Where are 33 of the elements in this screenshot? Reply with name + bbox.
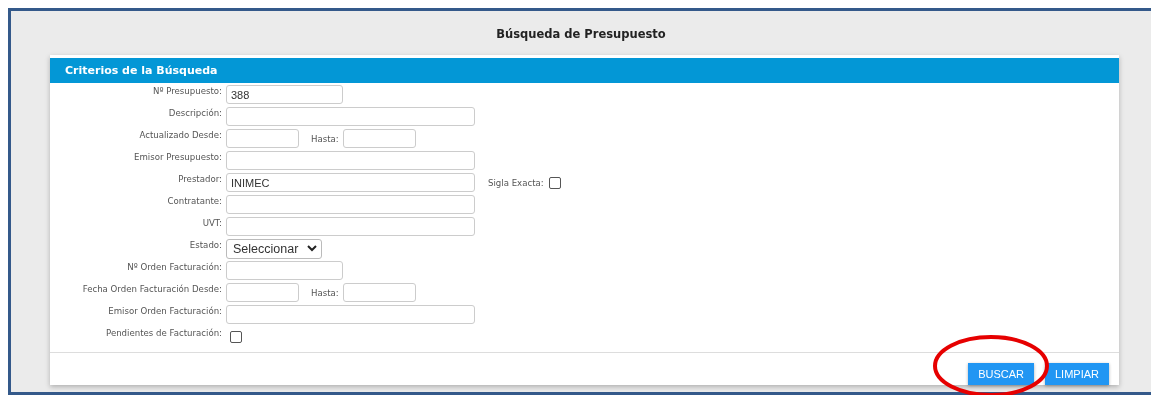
- field-label: Emisor Presupuesto:: [133, 151, 223, 162]
- field-label: Prestador:: [177, 173, 223, 184]
- date-field[interactable]: [226, 283, 299, 303]
- input-field[interactable]: [226, 195, 475, 215]
- input-field[interactable]: [226, 217, 475, 237]
- field-label: Actualizado Desde:: [138, 129, 223, 140]
- input-field[interactable]: [226, 305, 475, 325]
- status-dropdown[interactable]: Seleccionar: [226, 238, 322, 259]
- checkbox[interactable]: [230, 330, 242, 343]
- date-field[interactable]: [342, 283, 416, 303]
- field-label: Emisor Orden Facturación:: [107, 305, 223, 316]
- field-label: Descripción:: [167, 107, 223, 118]
- field-label: Hasta:: [311, 287, 339, 298]
- field-label: Estado:: [188, 239, 223, 250]
- panel-header: Criterios de la Búsqueda: [50, 58, 1119, 83]
- checkbox[interactable]: [548, 176, 561, 189]
- field-label: Nº Orden Facturación:: [126, 261, 223, 272]
- field-label: Contratante:: [166, 195, 223, 206]
- field-label: Nº Presupuesto:: [152, 85, 223, 96]
- page-title: Búsqueda de Presupuesto: [496, 27, 666, 41]
- input-field[interactable]: INIMEC: [226, 173, 475, 193]
- date-field[interactable]: [226, 129, 299, 149]
- field-label: Pendientes de Facturación:: [105, 327, 223, 338]
- field-label: UVT:: [201, 217, 223, 228]
- input-field[interactable]: [226, 261, 343, 281]
- input-field[interactable]: [226, 107, 475, 127]
- chevron-down-icon: [307, 245, 317, 253]
- input-field[interactable]: 388: [226, 85, 343, 105]
- field-label: Fecha Orden Facturación Desde:: [81, 283, 223, 294]
- input-field[interactable]: [226, 151, 475, 171]
- field-label: Sigla Exacta:: [488, 177, 544, 188]
- date-field[interactable]: [342, 129, 416, 149]
- field-label: Hasta:: [311, 133, 339, 144]
